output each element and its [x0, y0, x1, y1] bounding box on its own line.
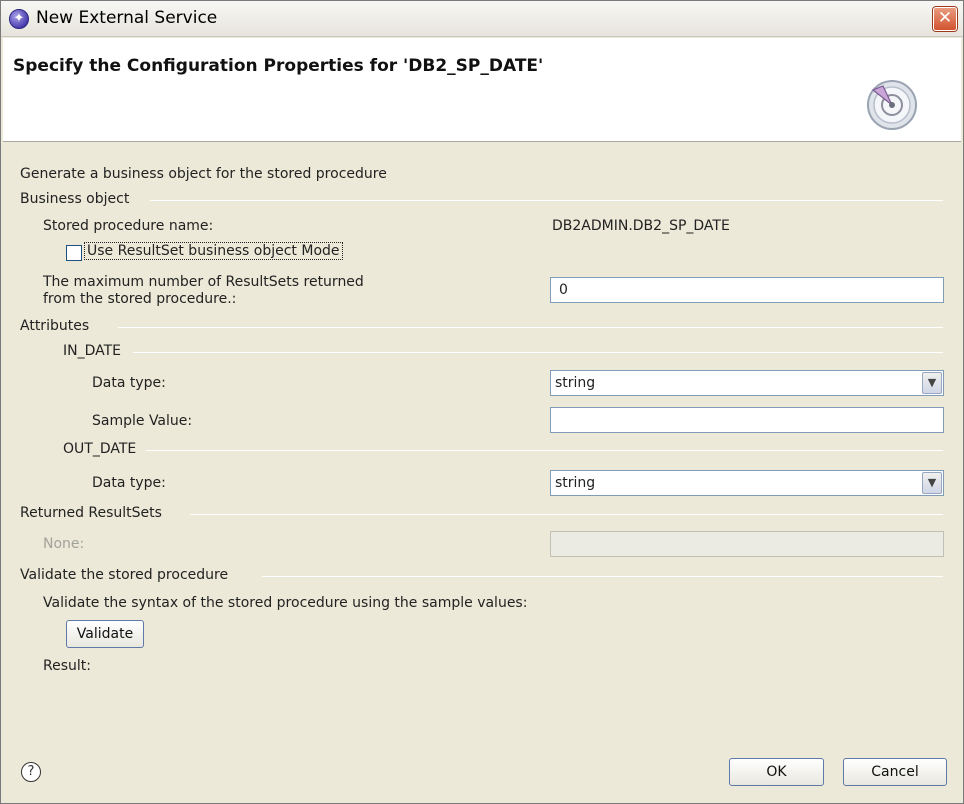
max-resultsets-label-line1: The maximum number of ResultSets returne…: [43, 274, 364, 290]
out-date-data-type-select[interactable]: string ▼: [550, 470, 944, 496]
cancel-button[interactable]: Cancel: [843, 758, 947, 786]
returned-resultsets-group-label: Returned ResultSets: [20, 505, 162, 521]
out-date-group-label: OUT_DATE: [63, 441, 137, 457]
out-date-data-type-value: string: [555, 475, 596, 491]
max-resultsets-label: The maximum number of ResultSets returne…: [43, 274, 364, 308]
sp-name-label: Stored procedure name:: [43, 218, 214, 234]
returned-resultsets-none-label: None:: [43, 536, 85, 552]
business-object-divider: [150, 200, 943, 201]
max-resultsets-input[interactable]: 0: [550, 277, 944, 303]
in-date-group-label: IN_DATE: [63, 343, 122, 359]
in-date-data-type-label: Data type:: [92, 375, 166, 391]
business-object-group-label: Business object: [20, 191, 130, 207]
validate-group-label: Validate the stored procedure: [20, 567, 229, 583]
chevron-down-icon[interactable]: ▼: [922, 472, 942, 494]
returned-resultsets-divider: [190, 514, 943, 515]
page-title: Specify the Configuration Properties for…: [13, 56, 544, 76]
max-resultsets-label-line2: from the stored procedure.:: [43, 291, 237, 307]
attributes-group-label: Attributes: [20, 318, 90, 334]
in-date-data-type-select[interactable]: string ▼: [550, 370, 944, 396]
eclipse-service-icon: ✦: [9, 9, 29, 29]
form-content: Generate a business object for the store…: [1, 143, 963, 743]
window-title: New External Service: [36, 8, 218, 28]
validate-button[interactable]: Validate: [66, 620, 144, 648]
gauge-wizard-icon: [867, 80, 917, 130]
validate-description: Validate the syntax of the stored proced…: [43, 595, 528, 611]
title-bar[interactable]: ✦ New External Service ✕: [1, 1, 963, 37]
in-date-sample-value-input[interactable]: [550, 407, 944, 433]
resultset-mode-checkbox[interactable]: [66, 245, 82, 261]
validate-result-label: Result:: [43, 658, 91, 674]
chevron-down-icon[interactable]: ▼: [922, 372, 942, 394]
footer-separator: [1, 743, 963, 744]
intro-text: Generate a business object for the store…: [20, 166, 387, 182]
close-icon: ✕: [937, 8, 953, 28]
out-date-data-type-label: Data type:: [92, 475, 166, 491]
close-button[interactable]: ✕: [933, 7, 957, 31]
resultset-mode-label-text[interactable]: Use ResultSet business object Mode: [84, 242, 343, 260]
resultset-mode-label[interactable]: Use ResultSet business object Mode: [84, 242, 343, 260]
validate-divider: [262, 576, 943, 577]
out-date-divider: [146, 450, 943, 451]
in-date-divider: [133, 352, 943, 353]
dialog-window: ✦ New External Service ✕ Specify the Con…: [0, 0, 964, 804]
attributes-divider: [118, 327, 943, 328]
help-icon[interactable]: ?: [21, 762, 41, 782]
returned-resultsets-none-field: [550, 531, 944, 557]
in-date-sample-value-label: Sample Value:: [92, 413, 193, 429]
in-date-data-type-value: string: [555, 375, 596, 391]
ok-button[interactable]: OK: [729, 758, 824, 786]
wizard-banner: Specify the Configuration Properties for…: [3, 38, 961, 142]
sp-name-value: DB2ADMIN.DB2_SP_DATE: [552, 218, 730, 234]
